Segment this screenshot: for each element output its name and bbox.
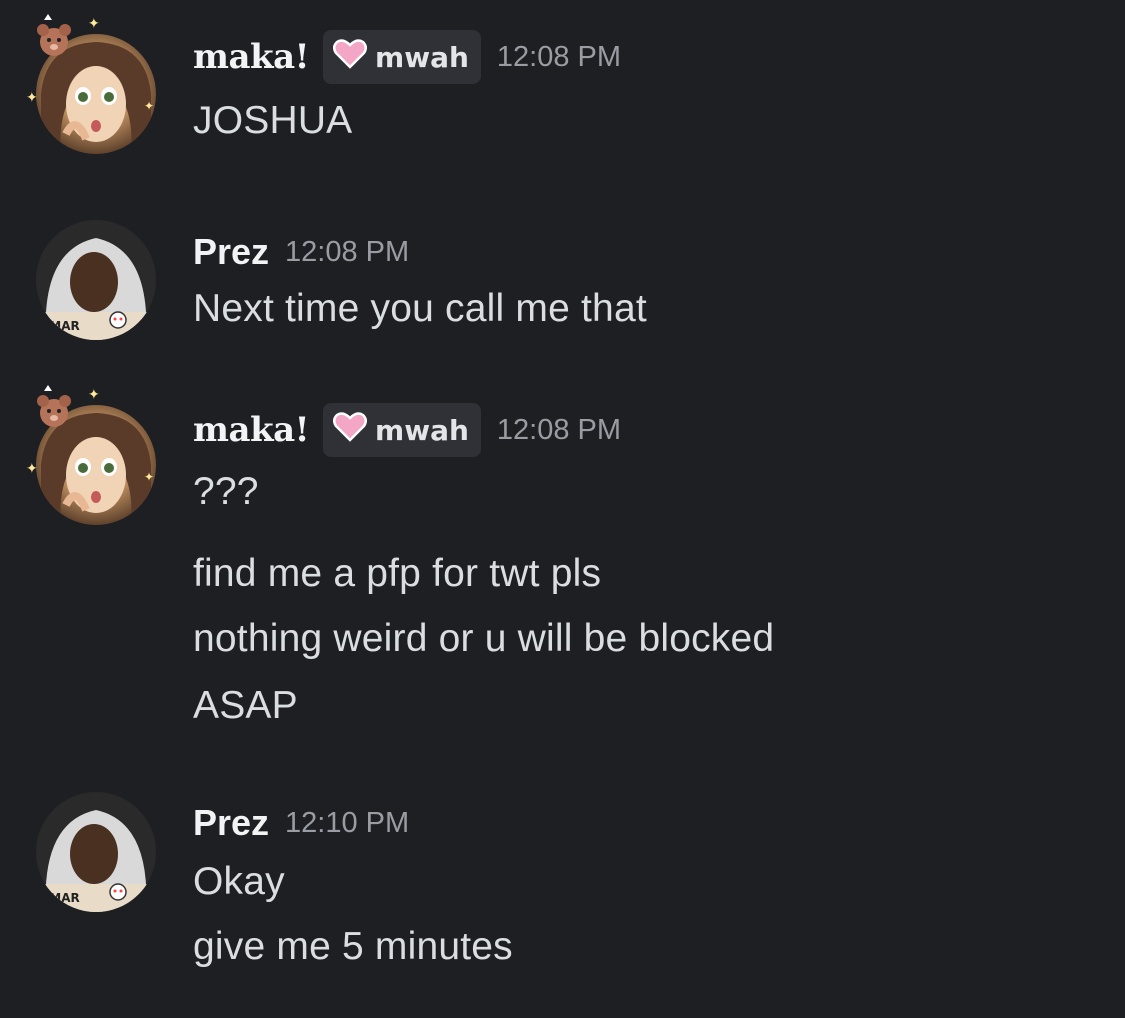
svg-text:✦: ✦: [88, 387, 100, 403]
user-tag-label: mwah: [375, 413, 469, 447]
svg-text:✦: ✦: [26, 461, 38, 477]
avatar-maka[interactable]: ✦ ✦ ✦: [26, 385, 156, 525]
message-header: maka! mwah 12:08 PM: [193, 403, 621, 457]
pink-heart-icon: [333, 411, 368, 449]
message-header: maka! mwah 12:08 PM: [193, 30, 621, 84]
svg-text:✦: ✦: [26, 90, 38, 106]
timestamp[interactable]: 12:10 PM: [285, 807, 409, 840]
message-line: Okay: [193, 860, 285, 903]
message-line: nothing weird or u will be blocked: [193, 617, 775, 660]
message-line: Next time you call me that: [193, 287, 647, 330]
avatar-maka-image: ✦ ✦ ✦: [26, 385, 156, 525]
username[interactable]: maka!: [193, 37, 310, 77]
timestamp[interactable]: 12:08 PM: [497, 41, 621, 74]
message-line: give me 5 minutes: [193, 925, 513, 968]
avatar-prez-image: AMAR: [36, 220, 156, 340]
message-line: ???: [193, 470, 259, 513]
username[interactable]: Prez: [193, 231, 269, 273]
svg-text:✦: ✦: [88, 16, 100, 32]
svg-text:✦: ✦: [144, 99, 154, 113]
user-tag-label: mwah: [375, 40, 469, 74]
avatar-prez-image: AMAR: [36, 792, 156, 912]
avatar-prez[interactable]: AMAR: [36, 792, 156, 912]
username[interactable]: Prez: [193, 802, 269, 844]
svg-text:AMAR: AMAR: [40, 891, 80, 905]
avatar-prez[interactable]: AMAR: [36, 220, 156, 340]
timestamp[interactable]: 12:08 PM: [497, 414, 621, 447]
pink-heart-icon: [333, 38, 368, 76]
avatar-maka-image: ✦ ✦ ✦: [26, 14, 156, 154]
user-tag[interactable]: mwah: [323, 403, 481, 457]
message-line: find me a pfp for twt pls: [193, 552, 602, 595]
svg-text:AMAR: AMAR: [40, 319, 80, 333]
svg-text:✦: ✦: [144, 470, 154, 484]
user-tag[interactable]: mwah: [323, 30, 481, 84]
avatar-maka[interactable]: ✦ ✦ ✦: [26, 14, 156, 154]
message-header: Prez 12:10 PM: [193, 796, 409, 850]
message-line: ASAP: [193, 684, 298, 727]
timestamp[interactable]: 12:08 PM: [285, 236, 409, 269]
message-header: Prez 12:08 PM: [193, 225, 409, 279]
message-line: JOSHUA: [193, 99, 353, 142]
username[interactable]: maka!: [193, 410, 310, 450]
